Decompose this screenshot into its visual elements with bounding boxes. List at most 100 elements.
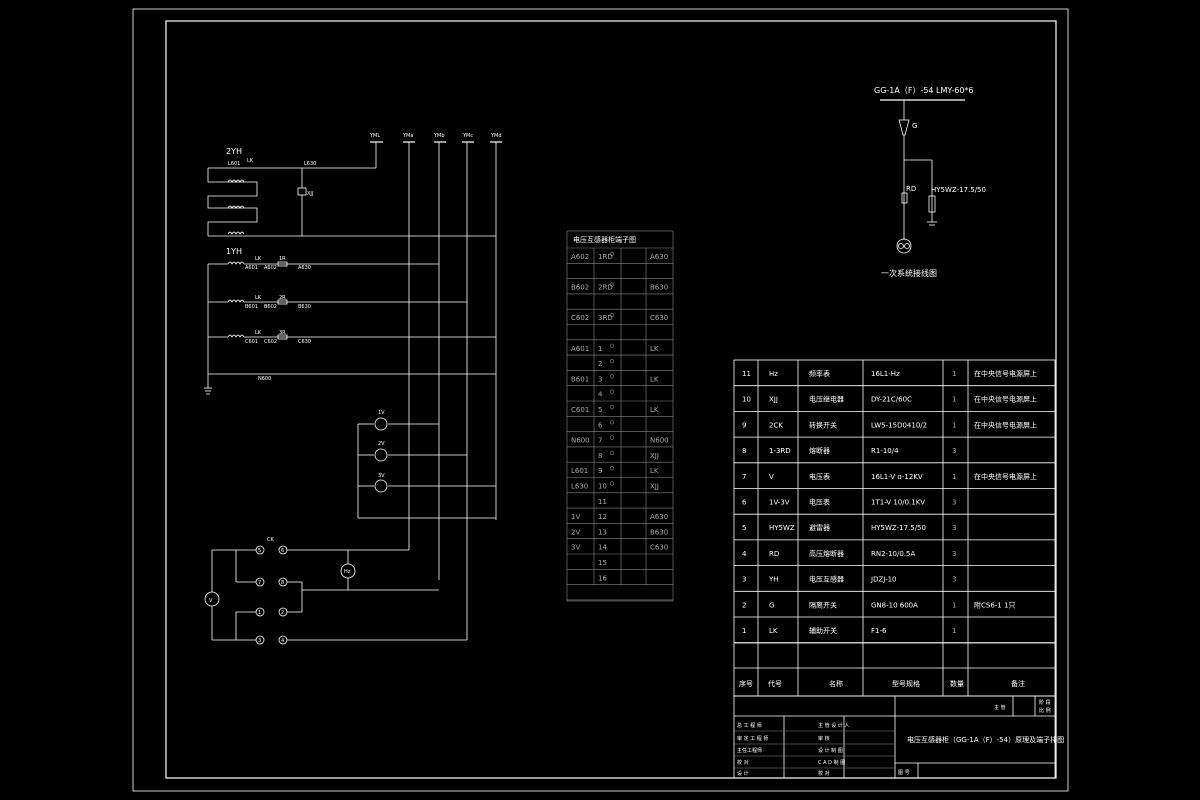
terminal-right: A630 xyxy=(650,513,668,521)
terminal-row: 1V 12 A630 xyxy=(571,513,668,521)
bom-name: 熔断器 xyxy=(809,446,830,455)
bom-name: 频率表 xyxy=(809,369,830,378)
bom-no: 7 xyxy=(742,473,746,481)
voltmeter-bank: 1V 2V 3V xyxy=(357,410,496,519)
bom-no: 9 xyxy=(742,421,746,429)
bom-model: RN2-10/0.5A xyxy=(871,550,915,558)
bom-code: G xyxy=(769,601,774,609)
terminal-right: XJJ xyxy=(650,483,659,491)
svg-text:1: 1 xyxy=(258,610,261,616)
bom-model: 16L1-Hz xyxy=(871,370,900,378)
bom-code: 1V-3V xyxy=(769,499,790,507)
terminal-left: B602 xyxy=(571,284,589,292)
svg-text:数量: 数量 xyxy=(950,679,964,688)
bom-row: 1 LK 辅助开关 F1-6 1 xyxy=(742,626,956,635)
bom-row: 3 YH 电压互感器 JDZJ-10 3 xyxy=(742,575,956,584)
terminal-right: A630 xyxy=(650,253,668,261)
terminal-left: C601 xyxy=(571,406,589,414)
terminal-mid: 9 xyxy=(598,467,602,475)
bom-row: 5 HY5WZ 避雷器 HY5WZ-17.5/50 3 xyxy=(742,523,956,532)
changeover-switch: CK 5 6 7 8 1 2 3 4 V Hz xyxy=(204,537,467,645)
svg-text:L630: L630 xyxy=(304,161,316,167)
svg-text:8: 8 xyxy=(281,580,284,586)
terminal-row: 16 xyxy=(598,574,607,582)
svg-text:LK: LK xyxy=(255,295,262,301)
svg-text:3V: 3V xyxy=(378,473,385,479)
terminal-left: A602 xyxy=(571,253,589,261)
svg-text:A630: A630 xyxy=(298,265,311,271)
bom-code: RD xyxy=(769,550,779,558)
bom-qty: 3 xyxy=(952,447,956,455)
bom-no: 8 xyxy=(742,447,746,455)
bom-row: 2 G 隔离开关 GN8-10 600A 1 附CS6-1 1只 xyxy=(742,600,1015,609)
rd-label: RD xyxy=(906,185,916,193)
svg-text:代号: 代号 xyxy=(768,679,782,688)
terminal-mid: 10 xyxy=(598,483,607,491)
vt-symbol xyxy=(896,238,912,254)
svg-text:YML: YML xyxy=(369,133,380,139)
svg-text:阶 段: 阶 段 xyxy=(1039,699,1051,706)
terminal-right: C630 xyxy=(650,544,668,552)
bom-model: 1T1-V 10/0.1KV xyxy=(871,499,925,507)
terminal-row: 2V 13 B630 xyxy=(571,528,668,536)
terminal-mid: 12 xyxy=(598,513,607,521)
terminal-left: A601 xyxy=(571,345,589,353)
svg-text:1V: 1V xyxy=(378,410,385,416)
svg-text:C A D 制 图: C A D 制 图 xyxy=(818,759,845,766)
bom-no: 10 xyxy=(742,396,751,404)
drawing-canvas: GG-1A（F）-54 LMY-60*6 G HY5WZ-17.5/50 RD … xyxy=(132,8,1069,792)
bom-code: 1-3RD xyxy=(769,447,791,455)
svg-text:审 定 工 程 师: 审 定 工 程 师 xyxy=(737,735,768,742)
svg-text:L601: L601 xyxy=(228,161,240,167)
terminal-row: B602 2RD B630 xyxy=(571,282,668,292)
bom-table: 11 Hz 频率表 16L1-Hz 1 在中央信号电源屏上10 XJJ 电压继电器 DY-21C… xyxy=(733,359,1056,697)
terminal-row: N600 7 N600 xyxy=(571,435,669,445)
vt2-label: 2YH xyxy=(226,147,242,156)
vt1-label: 1YH xyxy=(226,247,242,256)
bom-name: 转换开关 xyxy=(809,420,837,429)
svg-text:主 管: 主 管 xyxy=(994,704,1006,711)
bom-qty: 3 xyxy=(952,524,956,532)
terminal-mid: 7 xyxy=(598,437,602,445)
bom-row: 4 RD 高压熔断器 RN2-10/0.5A 3 xyxy=(742,549,956,558)
bom-qty: 1 xyxy=(952,421,956,429)
svg-text:主 管 设 计 人: 主 管 设 计 人 xyxy=(818,722,849,729)
terminal-left: N600 xyxy=(571,437,590,445)
bom-no: 1 xyxy=(742,627,746,635)
terminal-row: 2 xyxy=(598,359,615,368)
bom-code: Hz xyxy=(769,370,778,378)
bom-qty: 3 xyxy=(952,499,956,507)
terminal-mid: 15 xyxy=(598,559,607,567)
terminal-mid: 1 xyxy=(598,345,602,353)
primary-header: GG-1A（F）-54 LMY-60*6 xyxy=(874,86,974,95)
svg-text:C630: C630 xyxy=(298,339,311,345)
svg-text:比 例: 比 例 xyxy=(1039,707,1051,714)
svg-text:A601: A601 xyxy=(245,265,258,271)
meter-1v xyxy=(374,417,388,431)
terminal-mid: 8 xyxy=(598,452,602,460)
terminal-row: 8 XJJ xyxy=(598,450,659,460)
terminal-row: C602 3RD C630 xyxy=(571,313,668,322)
vt2-open-delta: 2YH L601 LK L630 XJJ xyxy=(207,147,496,237)
bom-no: 11 xyxy=(742,370,751,378)
terminal-left: 3V xyxy=(571,544,580,552)
title-block: 总 工 程 师 审 定 工 程 师 主任工程师 校 对 设 计 主 管 设 计 … xyxy=(733,695,1064,779)
bom-qty: 1 xyxy=(952,396,956,404)
svg-text:V: V xyxy=(209,598,213,604)
bom-name: 隔离开关 xyxy=(809,600,837,609)
svg-text:2V: 2V xyxy=(378,441,385,447)
svg-text:4: 4 xyxy=(281,638,284,644)
bom-code: V xyxy=(769,473,774,481)
svg-text:B601: B601 xyxy=(245,304,258,310)
svg-text:设 计: 设 计 xyxy=(737,770,749,777)
svg-text:校 对: 校 对 xyxy=(737,759,749,766)
bom-name: 电压表 xyxy=(809,472,830,481)
bom-model: LW5-15D0410/2 xyxy=(871,421,927,429)
svg-text:主任工程师: 主任工程师 xyxy=(737,747,762,754)
bom-row: 9 2CK 转换开关 LW5-15D0410/2 1 在中央信号电源屏上 xyxy=(742,420,1037,429)
svg-text:B630: B630 xyxy=(298,304,311,310)
terminal-row: 11 xyxy=(598,498,607,506)
terminal-row: 3V 14 C630 xyxy=(571,544,668,552)
bom-name: 电压互感器 xyxy=(809,575,844,584)
svg-text:Hz: Hz xyxy=(344,569,351,575)
